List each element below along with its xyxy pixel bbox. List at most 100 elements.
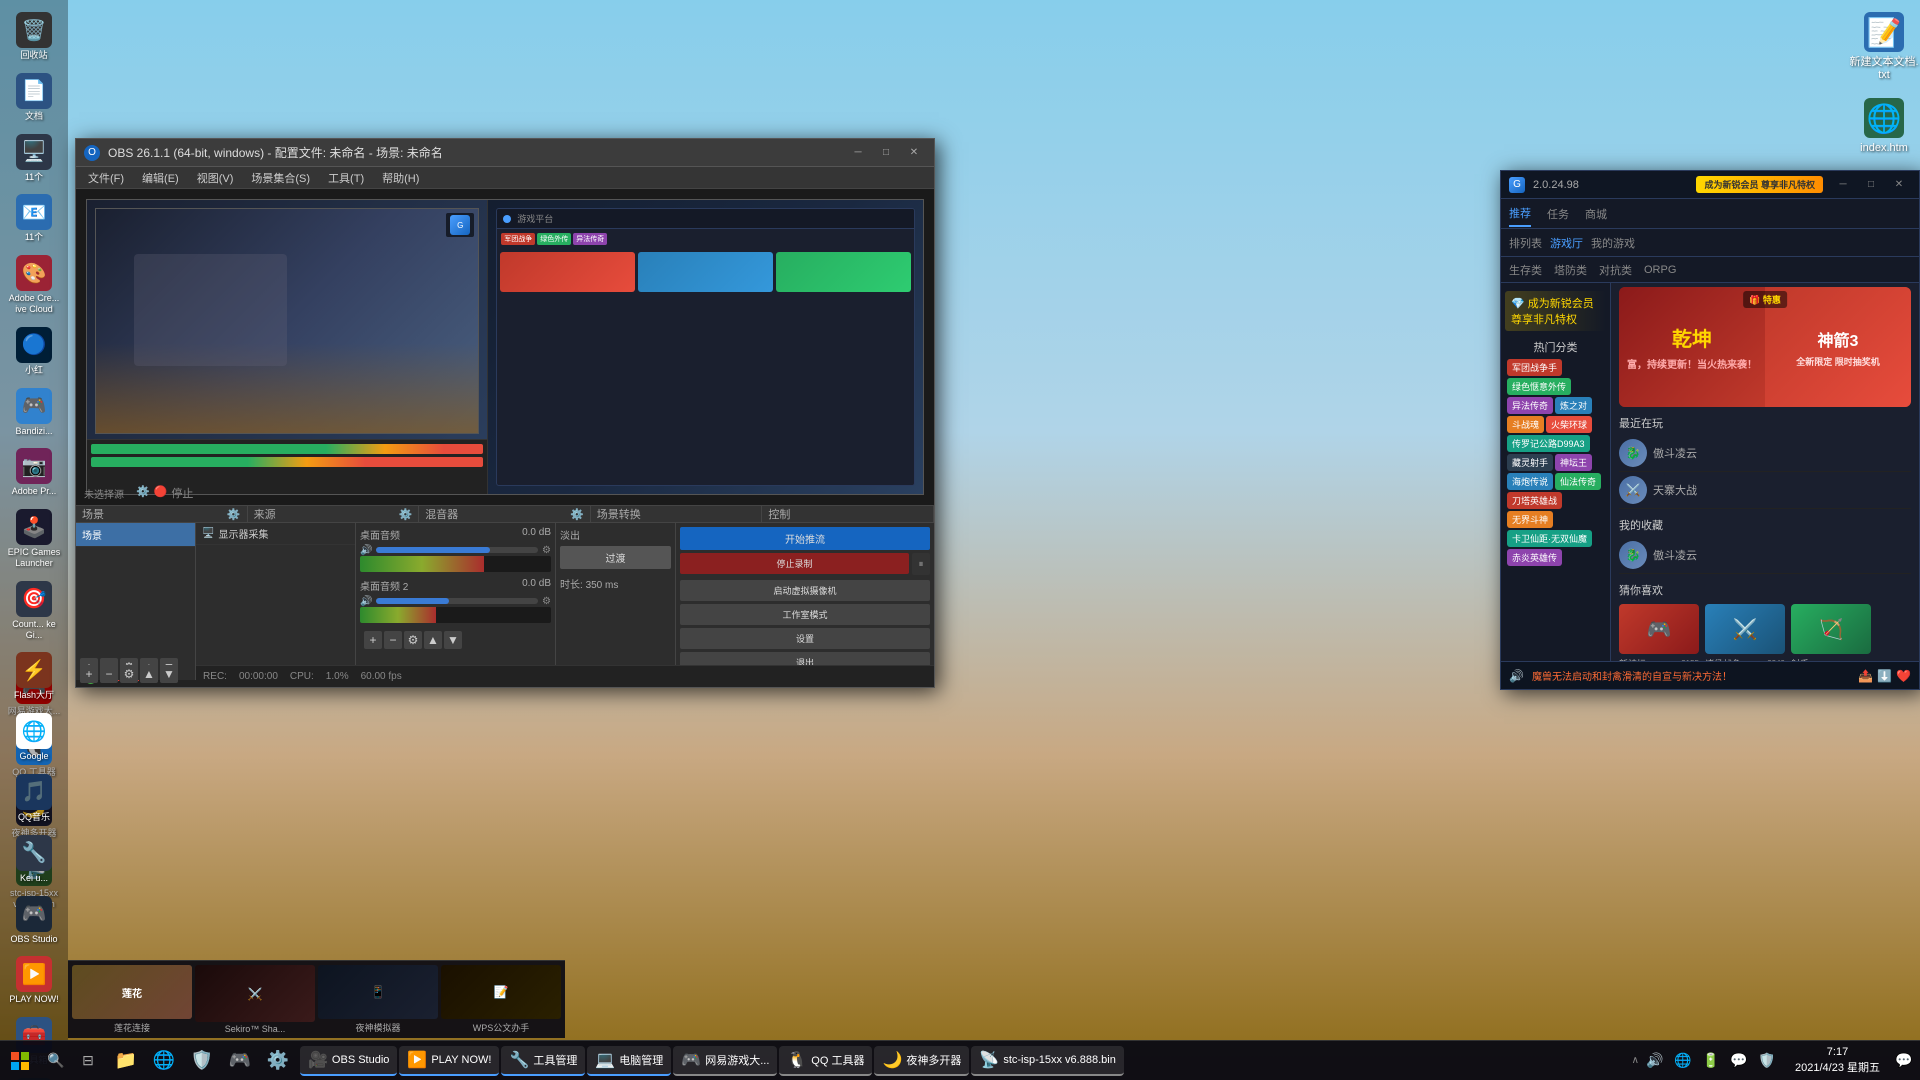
obs-virtual-cam-button[interactable]: 启动虚拟摄像机 xyxy=(680,580,930,601)
gp-nav-tower[interactable]: 塔防类 xyxy=(1554,262,1587,278)
taskbar-running-stc[interactable]: 📡 stc-isp-15xx v6.888.bin xyxy=(971,1046,1123,1076)
obs-settings-mixer-btn[interactable]: ⚙ xyxy=(404,631,422,649)
taskbar-running-manage[interactable]: 💻 电脑管理 xyxy=(587,1046,671,1076)
taskbar-app-browser[interactable]: 🌐 xyxy=(146,1043,182,1079)
taskbar-running-netease[interactable]: 🎮 网易游戏大... xyxy=(673,1046,777,1076)
obs-scene-item-0[interactable]: 场景 xyxy=(76,523,195,547)
obs-studio-mode-button[interactable]: 工作室模式 xyxy=(680,604,930,625)
obs-volume-slider-0[interactable] xyxy=(376,547,538,553)
gp-nav-pvp[interactable]: 对抗类 xyxy=(1599,262,1632,278)
gp-rec-card-2[interactable]: 🏹 射手 ★★★☆☆ xyxy=(1791,604,1871,661)
taskbar-notification-button[interactable]: 💬 xyxy=(1888,1041,1920,1080)
thumb-wps[interactable]: 📝 WPS公文办手 xyxy=(441,965,561,1034)
obs-menu-help[interactable]: 帮助(H) xyxy=(374,168,427,188)
sidebar-icon-recycle[interactable]: 🗑️ 回收站 xyxy=(4,8,64,65)
gp-recent-game-1[interactable]: ⚔️ 天寨大战 xyxy=(1619,472,1911,509)
taskbar-app-game[interactable]: 🎮 xyxy=(222,1043,258,1079)
gp-tag-11[interactable]: 刀塔英雄战 xyxy=(1507,492,1562,509)
gp-tag-0[interactable]: 军团战争手 xyxy=(1507,359,1562,376)
sidebar-icon-flash[interactable]: ⚡ Flash大厅 xyxy=(4,648,64,705)
tray-message-icon[interactable]: 💬 xyxy=(1727,1049,1751,1073)
gp-notif-heart[interactable]: ❤️ xyxy=(1896,669,1911,683)
tray-network-icon[interactable]: 🌐 xyxy=(1671,1049,1695,1073)
obs-menu-scene-collection[interactable]: 场景集合(S) xyxy=(243,168,318,188)
gp-fav-game-0[interactable]: 🐉 傲斗凌云 xyxy=(1619,537,1911,574)
gp-tag-10[interactable]: 仙法传奇 xyxy=(1555,473,1601,490)
obs-rec-pause[interactable]: ⏸ xyxy=(912,553,930,575)
gp-tab-tasks[interactable]: 任务 xyxy=(1547,202,1569,226)
gp-tag-9[interactable]: 海炮传说 xyxy=(1507,473,1553,490)
taskbar-app-shield[interactable]: 🛡️ xyxy=(184,1043,220,1079)
gp-nav-gamehall[interactable]: 游戏厅 xyxy=(1550,235,1583,251)
obs-down-mixer[interactable]: ▼ xyxy=(444,631,462,649)
taskbar-app-filemanager[interactable]: 📁 xyxy=(108,1043,144,1079)
gp-notif-share[interactable]: 📤 xyxy=(1858,669,1873,683)
gp-close-button[interactable]: ✕ xyxy=(1887,177,1911,193)
gp-tag-6[interactable]: 传罗记公路D99A3 xyxy=(1507,435,1590,452)
gp-diamond-vip[interactable]: 💎 成为新锐会员尊享非凡特权 xyxy=(1505,291,1606,331)
gp-maximize-button[interactable]: □ xyxy=(1859,177,1883,193)
obs-settings-mixer-0[interactable]: ⚙ xyxy=(542,545,551,556)
obs-volume-slider-1[interactable] xyxy=(376,598,538,604)
sidebar-icon-qqmusic[interactable]: 🎵 QQ音乐 xyxy=(4,770,64,827)
gp-tag-3[interactable]: 炼之对 xyxy=(1555,397,1592,414)
obs-add-source[interactable]: + xyxy=(80,665,98,683)
sidebar-icon-google[interactable]: 🌐 Google xyxy=(4,709,64,766)
taskbar-running-qq[interactable]: 🐧 QQ 工具器 xyxy=(779,1046,872,1076)
taskbar-search-button[interactable]: 🔍 xyxy=(40,1041,72,1080)
taskbar-app-settings[interactable]: ⚙️ xyxy=(260,1043,296,1079)
obs-maximize-button[interactable]: □ xyxy=(874,145,898,161)
gp-minimize-button[interactable]: ─ xyxy=(1831,177,1855,193)
obs-menu-tools[interactable]: 工具(T) xyxy=(320,168,372,188)
sidebar-icon-counter[interactable]: 🎯 Count... ke Gi... xyxy=(4,577,64,645)
gp-tab-featured[interactable]: 推荐 xyxy=(1509,201,1531,227)
obs-settings-source[interactable]: ⚙ xyxy=(120,665,138,683)
gp-tag-7[interactable]: 藏灵射手 xyxy=(1507,454,1553,471)
obs-menu-view[interactable]: 视图(V) xyxy=(189,168,242,188)
obs-settings-mixer-1[interactable]: ⚙ xyxy=(542,596,551,607)
obs-up-source[interactable]: ▲ xyxy=(140,665,158,683)
obs-menu-file[interactable]: 文件(F) xyxy=(80,168,132,188)
gp-nav-queue[interactable]: 排列表 xyxy=(1509,235,1542,251)
gp-tag-5[interactable]: 火柴环球 xyxy=(1546,416,1592,433)
gp-tag-13[interactable]: 卡卫仙距·无双仙魔 xyxy=(1507,530,1592,547)
sidebar-icon-play[interactable]: ▶️ PLAY NOW! xyxy=(4,952,64,1009)
obs-record-icon[interactable]: 🔴 xyxy=(154,485,168,501)
taskbar-running-play[interactable]: ▶️ PLAY NOW! xyxy=(399,1046,499,1076)
sidebar-icon-kei[interactable]: 🔧 Kei u... xyxy=(4,831,64,888)
sidebar-icon-docs[interactable]: 📄 文档 xyxy=(4,69,64,126)
obs-sources-add[interactable]: ⚙️ xyxy=(398,508,412,521)
obs-menu-edit[interactable]: 编辑(E) xyxy=(134,168,187,188)
obs-source-item-0[interactable]: 🖥️ 显示器采集 xyxy=(196,523,355,545)
obs-mute-0[interactable]: 🔊 xyxy=(360,545,372,556)
gp-nav-orpg[interactable]: ORPG xyxy=(1644,264,1676,276)
gp-tag-1[interactable]: 绿色惬意外传 xyxy=(1507,378,1571,395)
gp-nav-survival[interactable]: 生存类 xyxy=(1509,262,1542,278)
gp-rec-card-0[interactable]: 🎮 新神坛 3155 ★★★★★ xyxy=(1619,604,1699,661)
sidebar-icon-adobe[interactable]: 🎨 Adobe Cre...ive Cloud xyxy=(4,251,64,319)
obs-down-source[interactable]: ▼ xyxy=(160,665,178,683)
gp-tab-shop[interactable]: 商城 xyxy=(1585,202,1607,226)
sidebar-icon-bandiz[interactable]: 🎮 Bandizi... xyxy=(4,384,64,441)
tray-shield-icon[interactable]: 🛡️ xyxy=(1755,1049,1779,1073)
taskbar-running-toolbox[interactable]: 🔧 工具管理 xyxy=(501,1046,585,1076)
sidebar-icon-steam[interactable]: 🎮 OBS Studio xyxy=(4,892,64,949)
obs-up-mixer[interactable]: ▲ xyxy=(424,631,442,649)
tray-battery-icon[interactable]: 🔋 xyxy=(1699,1049,1723,1073)
gp-tag-8[interactable]: 神坛王 xyxy=(1555,454,1592,471)
desktop-icon-buildtext[interactable]: 📝 新建文本文档.txt xyxy=(1844,8,1920,86)
thumb-lotus[interactable]: 莲花 莲花连接 xyxy=(72,965,192,1034)
thumb-night[interactable]: 📱 夜神模拟器 xyxy=(318,965,438,1034)
tray-volume-icon[interactable]: 🔊 xyxy=(1643,1049,1667,1073)
gp-tag-4[interactable]: 斗战魂 xyxy=(1507,416,1544,433)
gp-notif-download[interactable]: ⬇️ xyxy=(1877,669,1892,683)
obs-stop-rec-button[interactable]: 停止录制 xyxy=(680,553,909,574)
obs-minimize-button[interactable]: ─ xyxy=(846,145,870,161)
obs-mixer-add[interactable]: ⚙️ xyxy=(570,508,584,521)
taskbar-running-night[interactable]: 🌙 夜神多开器 xyxy=(874,1046,969,1076)
sidebar-icon-apps[interactable]: 🖥️ 11个 xyxy=(4,130,64,187)
obs-start-stream-button[interactable]: 开始推流 xyxy=(680,527,930,550)
obs-settings-icon[interactable]: ⚙️ xyxy=(136,485,150,501)
obs-close-button[interactable]: ✕ xyxy=(902,145,926,161)
taskbar-start-button[interactable] xyxy=(0,1041,40,1080)
